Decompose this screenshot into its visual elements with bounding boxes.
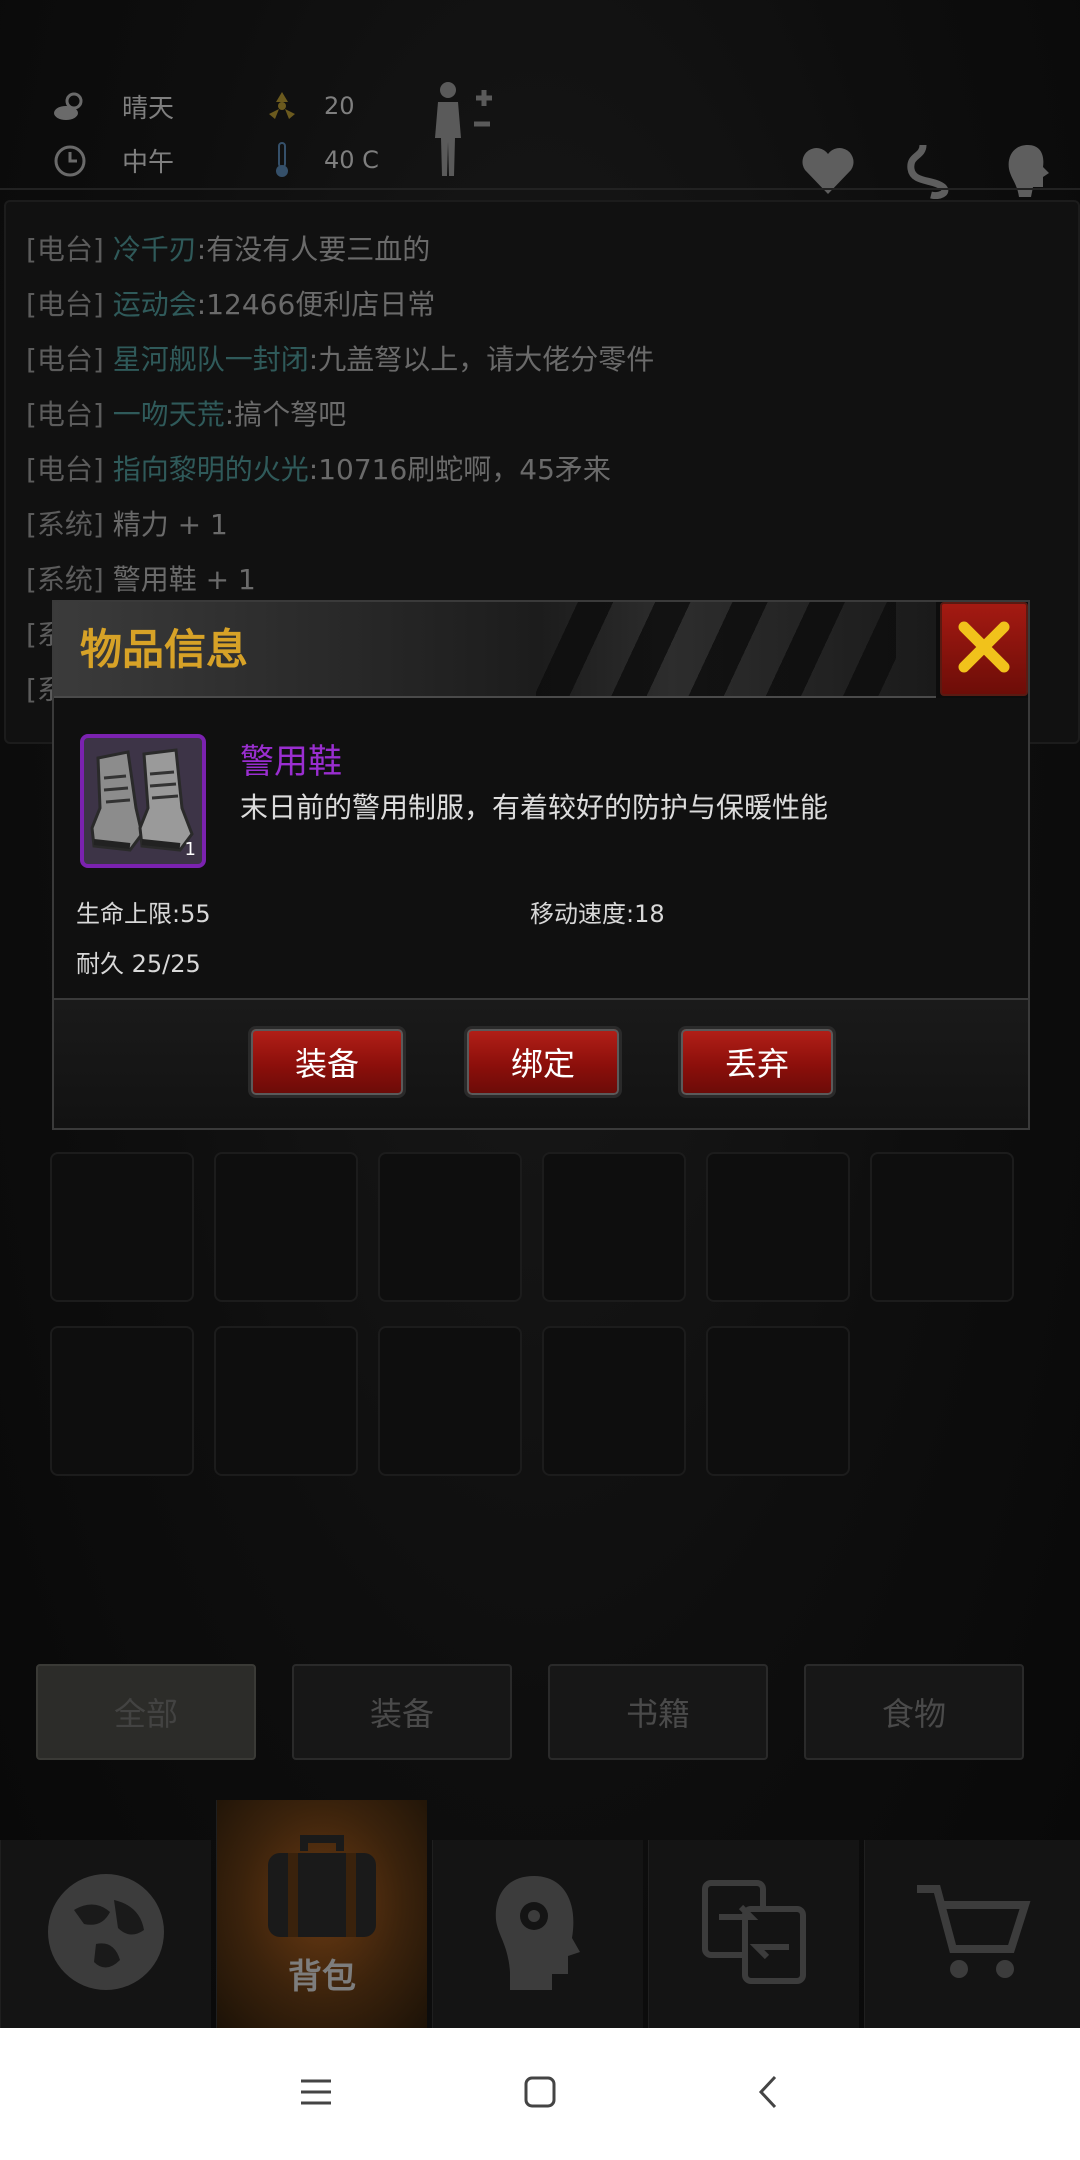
menu-icon: [299, 2077, 333, 2111]
log-line: [电台] 运动会:12466便利店日常: [26, 288, 436, 321]
radiation-value: 20: [324, 92, 355, 120]
back-icon: [757, 2074, 779, 2114]
inventory-slot[interactable]: [542, 1326, 686, 1476]
inventory-slot[interactable]: [214, 1152, 358, 1302]
nav-shop[interactable]: [864, 1840, 1080, 2028]
inventory-slot[interactable]: [706, 1326, 850, 1476]
status-bar: 晴天 中午 20 40 C: [0, 60, 1080, 234]
nav-backpack[interactable]: 背包: [216, 1800, 427, 2028]
stat-hp-limit: 生命上限:55: [76, 900, 211, 928]
log-line: [电台] 星河舰队一封闭:九盖弩以上，请大佬分零件: [26, 343, 655, 376]
item-info-modal: 物品信息 1 警用鞋 末日前的警用制服，有着较好的防护与保暖性能 生命上限:55…: [52, 600, 1030, 1130]
inventory-slot[interactable]: [378, 1152, 522, 1302]
weather-text: 晴天: [122, 94, 175, 124]
menu-button[interactable]: [286, 2068, 346, 2120]
globe-icon: [44, 1870, 168, 1998]
sun-cloud-icon: [52, 89, 88, 125]
brain-icon: [988, 140, 1068, 202]
log-line: [系统] 警用鞋 + 1: [26, 563, 256, 596]
filter-tab-all[interactable]: 全部: [36, 1664, 256, 1760]
hazard-stripes: [536, 602, 896, 696]
home-button[interactable]: [510, 2068, 570, 2120]
exchange-icon: [699, 1877, 809, 1991]
suitcase-icon: [262, 1831, 382, 1945]
stomach-icon: [888, 140, 968, 202]
nav-map[interactable]: [0, 1840, 211, 2028]
time-text: 中午: [122, 148, 175, 178]
system-nav-bar: [0, 2028, 1080, 2160]
home-icon: [523, 2075, 557, 2113]
item-count: 1: [184, 839, 196, 860]
item-icon-frame: 1: [80, 734, 206, 868]
filter-tab-food[interactable]: 食物: [804, 1664, 1024, 1760]
filter-tab-equipment[interactable]: 装备: [292, 1664, 512, 1760]
bind-button[interactable]: 绑定: [464, 1026, 622, 1098]
inventory-slot[interactable]: [542, 1152, 686, 1302]
stat-move-speed: 移动速度:18: [530, 900, 665, 928]
body-status-icon[interactable]: [428, 80, 498, 184]
log-line: [系统] 精力 + 1: [26, 508, 228, 541]
inventory-slot[interactable]: [50, 1326, 194, 1476]
weather-status: 晴天: [52, 88, 174, 125]
time-status: 中午: [52, 142, 174, 179]
nav-backpack-label: 背包: [288, 1956, 356, 1997]
inventory-slot[interactable]: [50, 1152, 194, 1302]
close-button[interactable]: [940, 602, 1028, 696]
nav-trade[interactable]: [648, 1840, 859, 2028]
item-description: 末日前的警用制服，有着较好的防护与保暖性能: [240, 791, 829, 824]
temperature-value: 40 C: [324, 146, 379, 174]
inventory-slot[interactable]: [706, 1152, 850, 1302]
modal-body: 1 警用鞋 末日前的警用制服，有着较好的防护与保暖性能 生命上限:55 移动速度…: [54, 698, 1028, 1000]
inventory-slot[interactable]: [378, 1326, 522, 1476]
radiation-icon: [264, 88, 300, 124]
inventory-slot[interactable]: [870, 1152, 1014, 1302]
stat-durability: 耐久 25/25: [76, 950, 201, 978]
bottom-nav: 背包: [0, 1800, 1080, 2028]
status-divider: [0, 188, 1080, 190]
modal-header: 物品信息: [54, 602, 936, 698]
head-gear-icon: [488, 1872, 588, 1996]
item-name: 警用鞋: [240, 742, 342, 782]
nav-skills[interactable]: [432, 1840, 643, 2028]
heart-icon: [788, 140, 868, 202]
log-line: [电台] 一吻天荒:搞个弩吧: [26, 398, 347, 431]
modal-title: 物品信息: [80, 625, 249, 674]
back-button[interactable]: [738, 2068, 798, 2120]
temperature-status: 40 C: [264, 142, 379, 178]
clock-icon: [52, 143, 88, 179]
close-icon: [956, 619, 1012, 679]
log-line: [电台] 指向黎明的火光:10716刷蛇啊，45矛来: [26, 453, 611, 486]
modal-actions: 装备 绑定 丢弃: [54, 1000, 1028, 1128]
cart-icon: [913, 1877, 1033, 1991]
log-line: [电台] 冷千刃:有没有人要三血的: [26, 233, 431, 266]
equip-button[interactable]: 装备: [248, 1026, 406, 1098]
thermometer-icon: [264, 142, 300, 178]
discard-button[interactable]: 丢弃: [678, 1026, 836, 1098]
filter-tab-books[interactable]: 书籍: [548, 1664, 768, 1760]
radiation-status: 20: [264, 88, 355, 124]
inventory-slot[interactable]: [214, 1326, 358, 1476]
